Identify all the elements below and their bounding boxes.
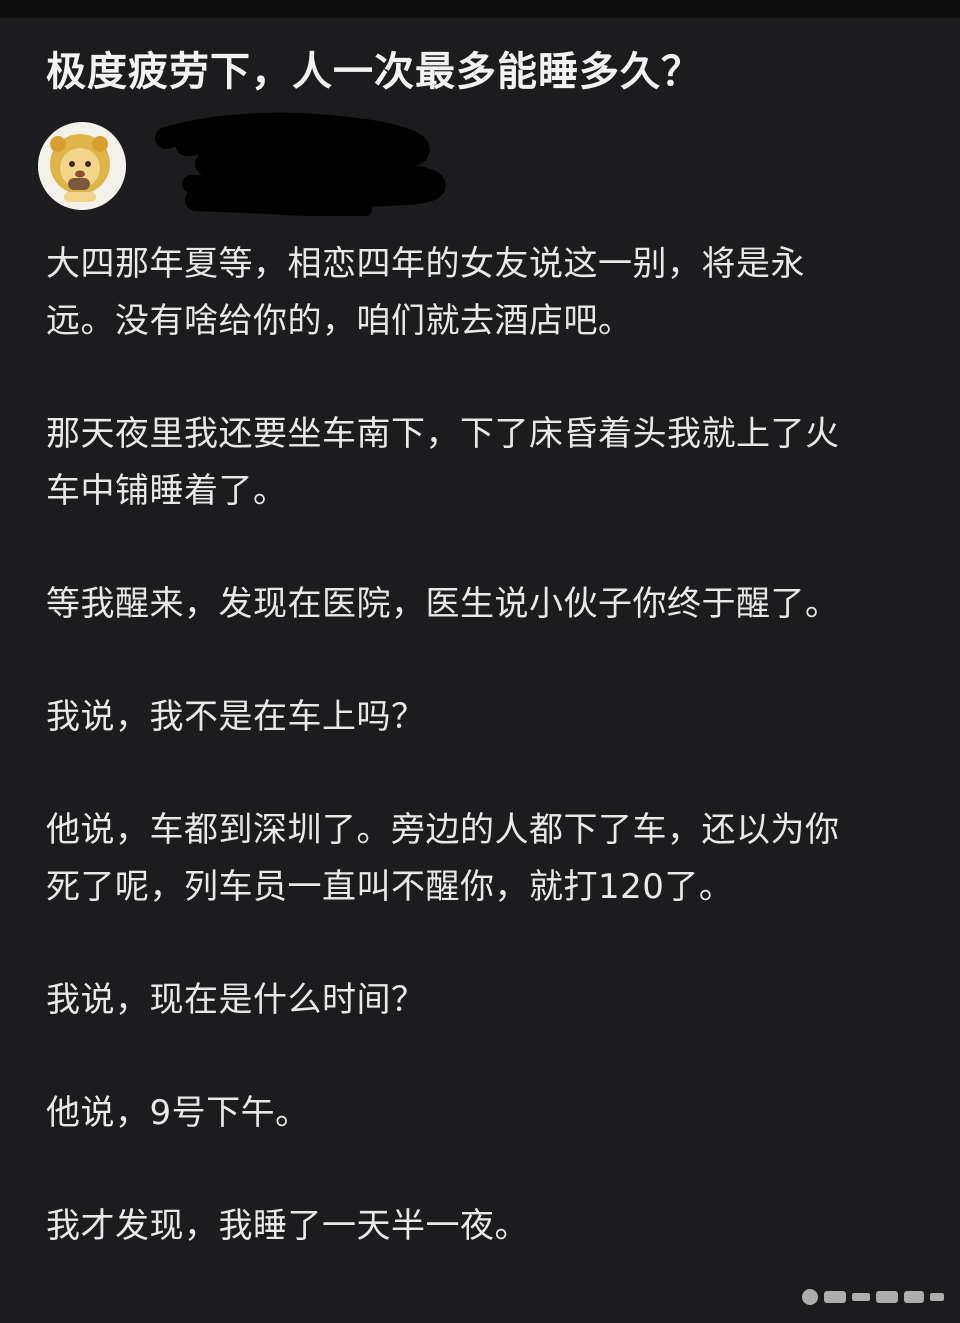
watermark-icon bbox=[802, 1289, 944, 1305]
answer-paragraph: 那天夜里我还要坐车南下，下了床昏着头我就上了火车中铺睡着了。 bbox=[46, 414, 840, 511]
answer-paragraph: 我才发现，我睡了一天半一夜。 bbox=[46, 1206, 529, 1246]
lion-avatar-icon bbox=[38, 122, 126, 210]
answer-paragraph: 大四那年夏等，相恋四年的女友说这一别，将是永远。没有啥给你的，咱们就去酒店吧。 bbox=[46, 244, 805, 341]
answer-paragraph: 他说，9号下午。 bbox=[46, 1093, 310, 1133]
redaction-scribble-icon bbox=[155, 112, 446, 216]
answer-body: 大四那年夏等，相恋四年的女友说这一别，将是永远。没有啥给你的，咱们就去酒店吧。 … bbox=[46, 236, 866, 1311]
top-status-strip bbox=[0, 0, 960, 18]
answer-paragraph: 我说，现在是什么时间？ bbox=[46, 980, 426, 1020]
answer-paragraph: 我说，我不是在车上吗？ bbox=[46, 697, 426, 737]
question-title[interactable]: 极度疲劳下，人一次最多能睡多久？ bbox=[46, 44, 926, 100]
answer-paragraph: 等我醒来，发现在医院，医生说小伙子你终于醒了。 bbox=[46, 584, 840, 624]
author-avatar[interactable] bbox=[38, 122, 126, 210]
author-row[interactable] bbox=[38, 112, 918, 216]
answer-paragraph: 他说，车都到深圳了。旁边的人都下了车，还以为你死了呢，列车员一直叫不醒你，就打1… bbox=[46, 810, 840, 907]
